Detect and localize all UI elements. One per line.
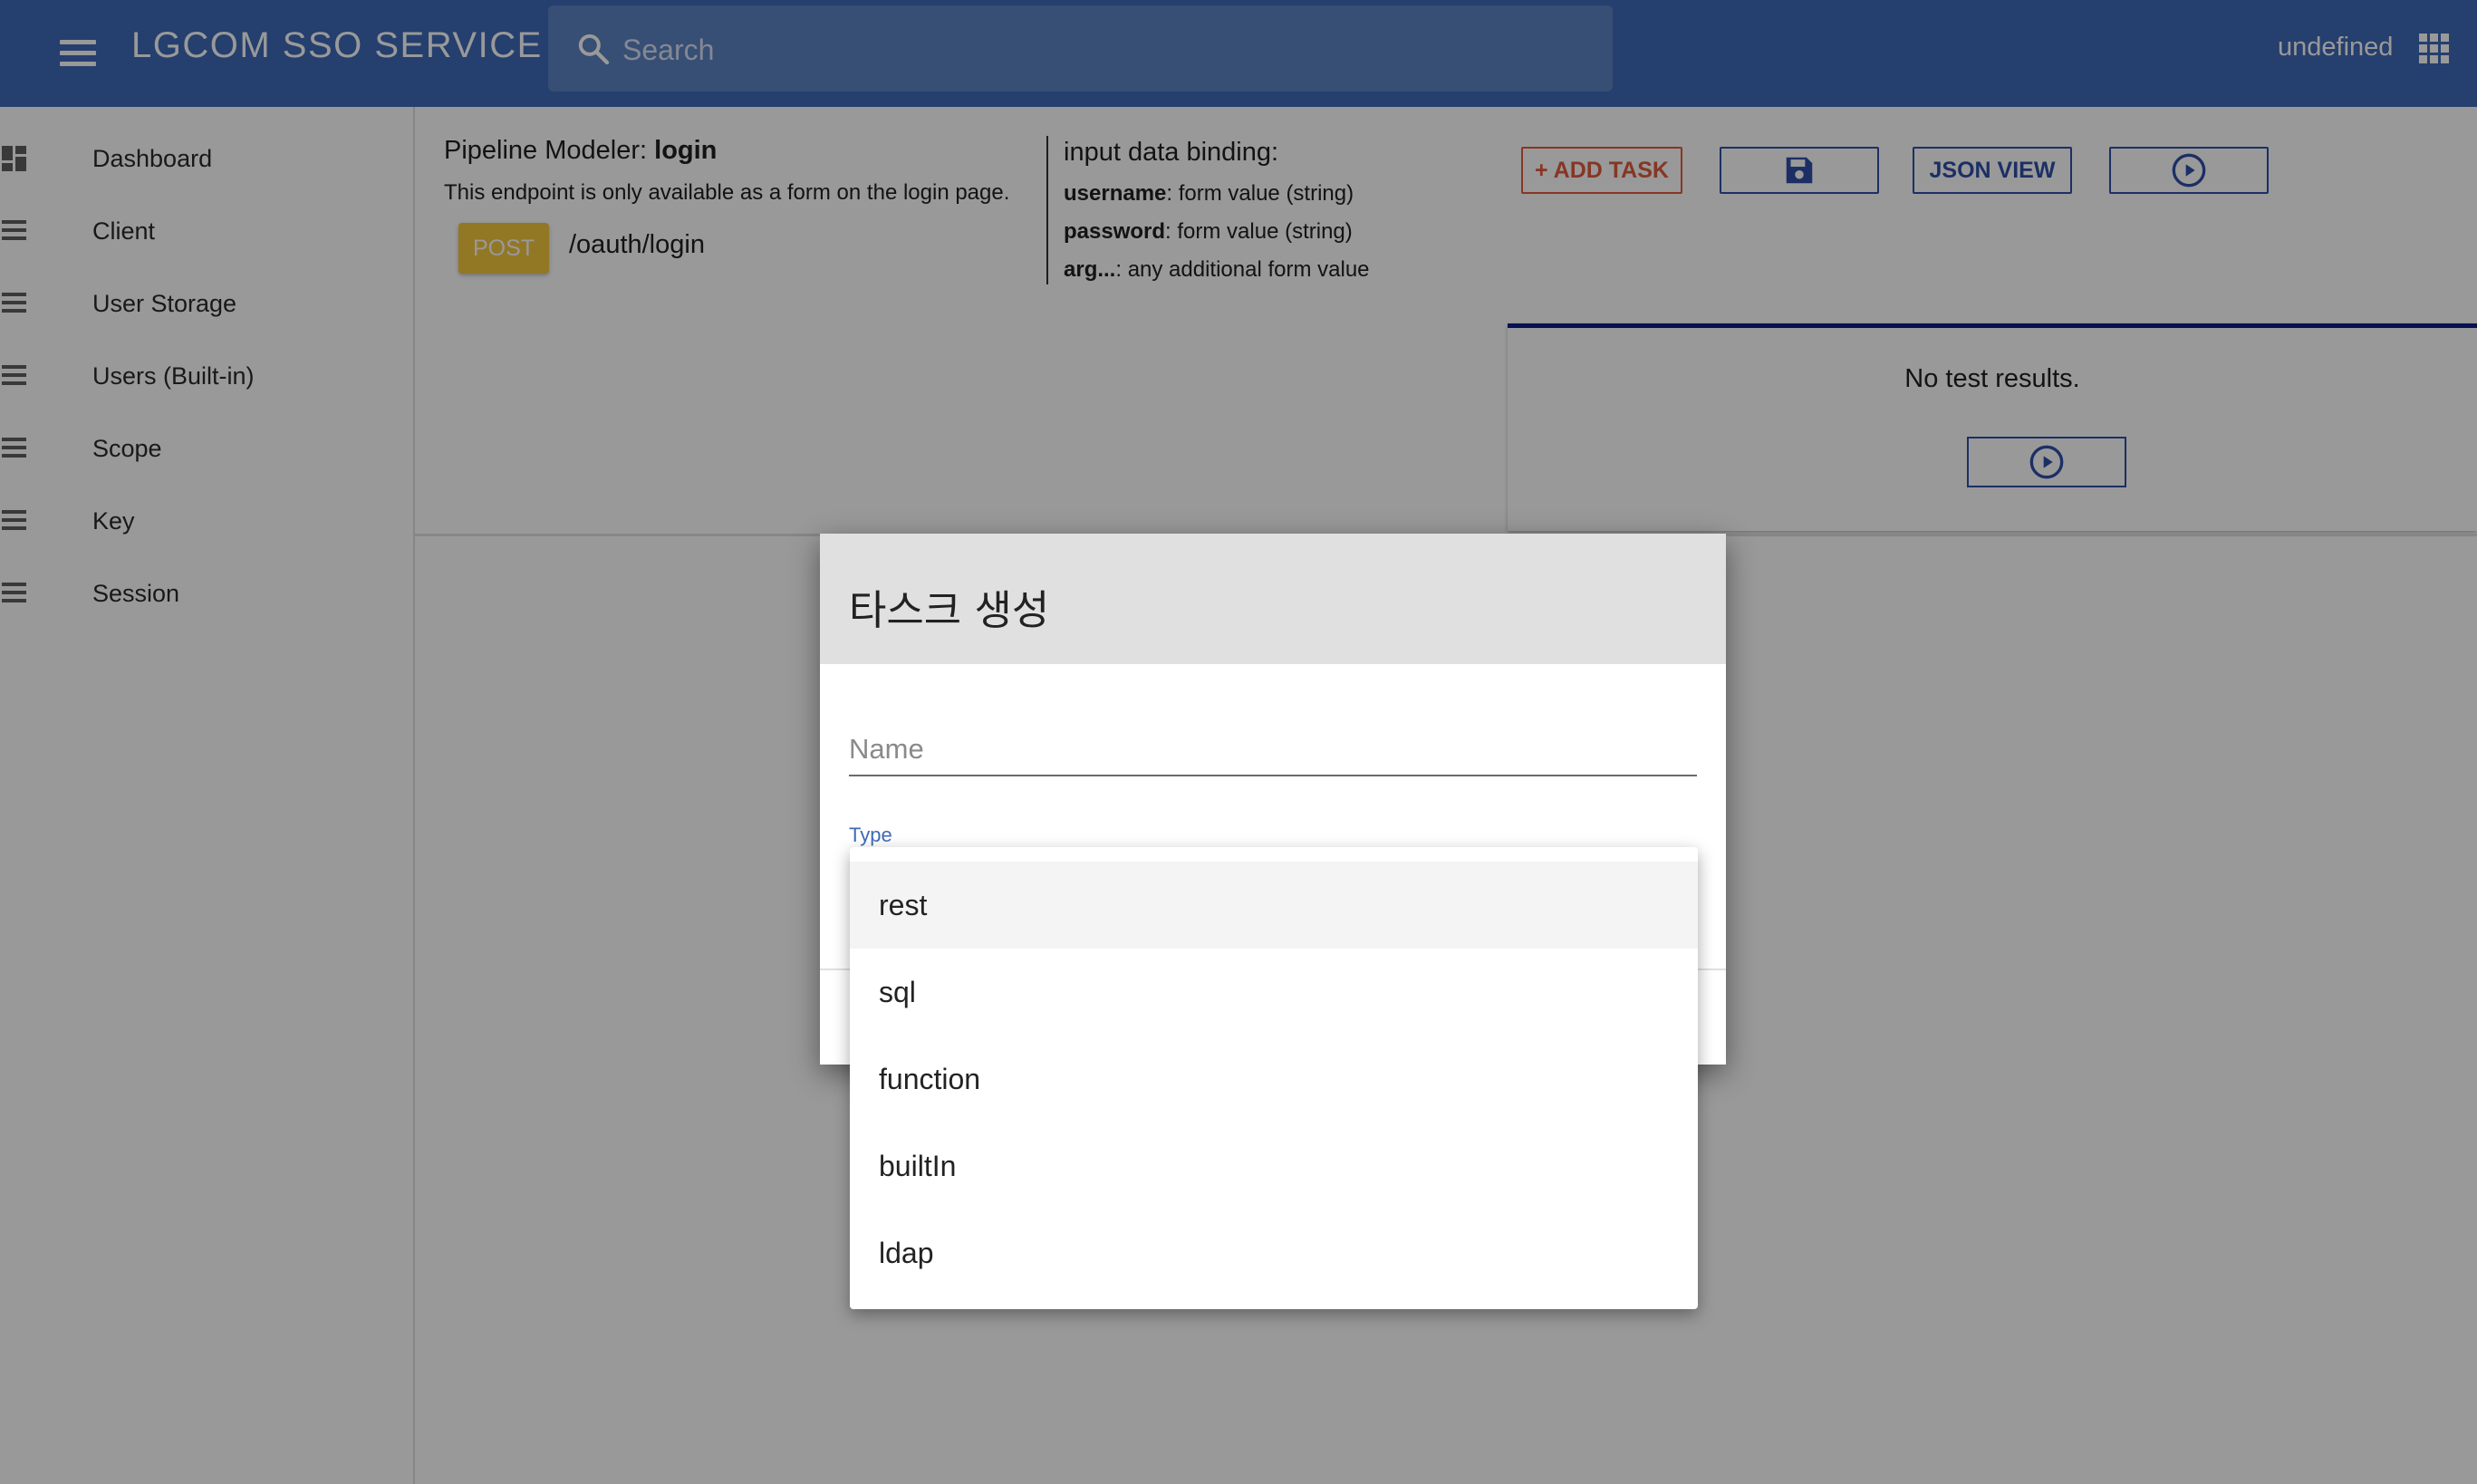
type-option-ldap[interactable]: ldap: [850, 1209, 1698, 1296]
type-option-builtin[interactable]: builtIn: [850, 1123, 1698, 1209]
option-label: sql: [879, 976, 916, 1008]
dialog-header: 타스크 생성: [820, 534, 1726, 664]
type-option-sql[interactable]: sql: [850, 949, 1698, 1036]
option-label: builtIn: [879, 1150, 957, 1182]
option-label: function: [879, 1063, 981, 1095]
option-label: ldap: [879, 1237, 934, 1269]
type-option-function[interactable]: function: [850, 1036, 1698, 1123]
option-label: rest: [879, 889, 928, 921]
type-label: Type: [849, 824, 892, 846]
dialog-title: 타스크 생성: [849, 586, 1050, 634]
type-option-rest[interactable]: rest: [850, 862, 1698, 949]
type-select-menu: rest sql function builtIn ldap: [850, 847, 1698, 1309]
task-name-input[interactable]: [849, 724, 1697, 776]
